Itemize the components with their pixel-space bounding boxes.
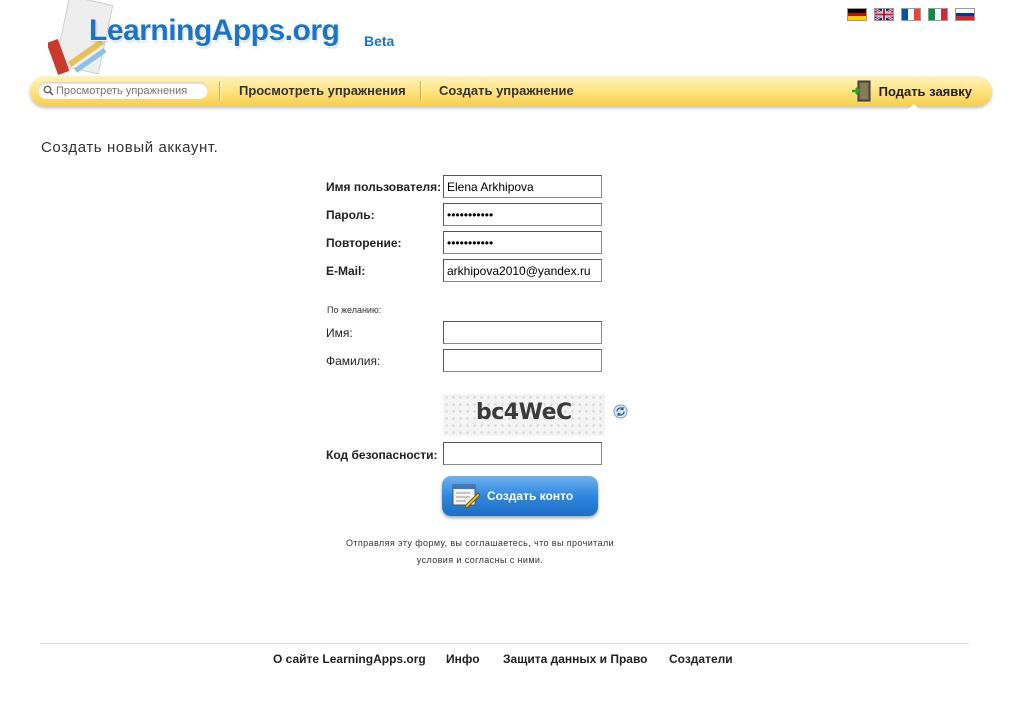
- nav-divider: [219, 81, 221, 101]
- footer-link-creators[interactable]: Создатели: [669, 652, 733, 666]
- main-navbar: Просмотреть упражнения Создать упражнени…: [30, 76, 992, 106]
- security-code-label: Код безопасности:: [326, 448, 438, 462]
- create-exercise-link[interactable]: Создать упражнение: [439, 83, 574, 98]
- russian-flag-icon[interactable]: [955, 8, 975, 21]
- french-flag-icon[interactable]: [901, 8, 921, 21]
- beta-label: Beta: [364, 33, 395, 49]
- lastname-field[interactable]: [443, 349, 602, 372]
- username-label: Имя пользователя:: [326, 180, 442, 194]
- terms-note-line1: Отправляя эту форму, вы соглашаетесь, чт…: [345, 538, 615, 548]
- password-field[interactable]: [443, 203, 602, 226]
- password-label: Пароль:: [326, 208, 375, 222]
- optional-label: По желанию:: [327, 305, 382, 315]
- footer-link-info[interactable]: Инфо: [446, 652, 480, 666]
- language-selector: [847, 8, 975, 21]
- form-edit-icon: [452, 484, 480, 509]
- firstname-label: Имя:: [326, 326, 353, 340]
- repeat-password-field[interactable]: [443, 231, 602, 254]
- apply-label: Подать заявку: [878, 83, 972, 99]
- footer-link-about[interactable]: О сайте LearningApps.org: [273, 652, 426, 666]
- email-field[interactable]: [443, 259, 602, 282]
- refresh-captcha-icon[interactable]: [613, 404, 628, 419]
- security-code-field[interactable]: [443, 442, 602, 465]
- terms-note-line2: условия и согласны с ними.: [416, 555, 544, 565]
- firstname-field[interactable]: [443, 321, 602, 344]
- footer-link-privacy[interactable]: Защита данных и Право: [503, 652, 648, 666]
- username-field[interactable]: [443, 175, 602, 198]
- footer-divider: [40, 643, 969, 644]
- search-box[interactable]: [38, 82, 208, 99]
- repeat-password-label: Повторение:: [326, 236, 402, 250]
- browse-exercises-link[interactable]: Просмотреть упражнения: [239, 83, 406, 98]
- captcha-text: bc4WeC: [476, 400, 572, 425]
- nav-divider: [420, 81, 422, 101]
- create-account-label: Создать конто: [487, 489, 574, 503]
- uk-flag-icon[interactable]: [874, 8, 894, 21]
- italian-flag-icon[interactable]: [928, 8, 948, 21]
- active-indicator: [908, 104, 920, 110]
- search-icon: [43, 85, 54, 96]
- apply-button[interactable]: Подать заявку: [851, 79, 972, 103]
- email-label: E-Mail:: [326, 264, 366, 278]
- create-account-button[interactable]: Создать конто: [442, 476, 598, 516]
- door-exit-icon: [851, 80, 871, 102]
- page-title: Создать новый аккаунт.: [41, 139, 219, 156]
- captcha-image: bc4WeC: [443, 394, 605, 436]
- german-flag-icon[interactable]: [847, 8, 867, 21]
- search-input[interactable]: [56, 83, 204, 98]
- site-logo[interactable]: LearningApps.org: [89, 14, 340, 48]
- lastname-label: Фамилия:: [326, 354, 381, 368]
